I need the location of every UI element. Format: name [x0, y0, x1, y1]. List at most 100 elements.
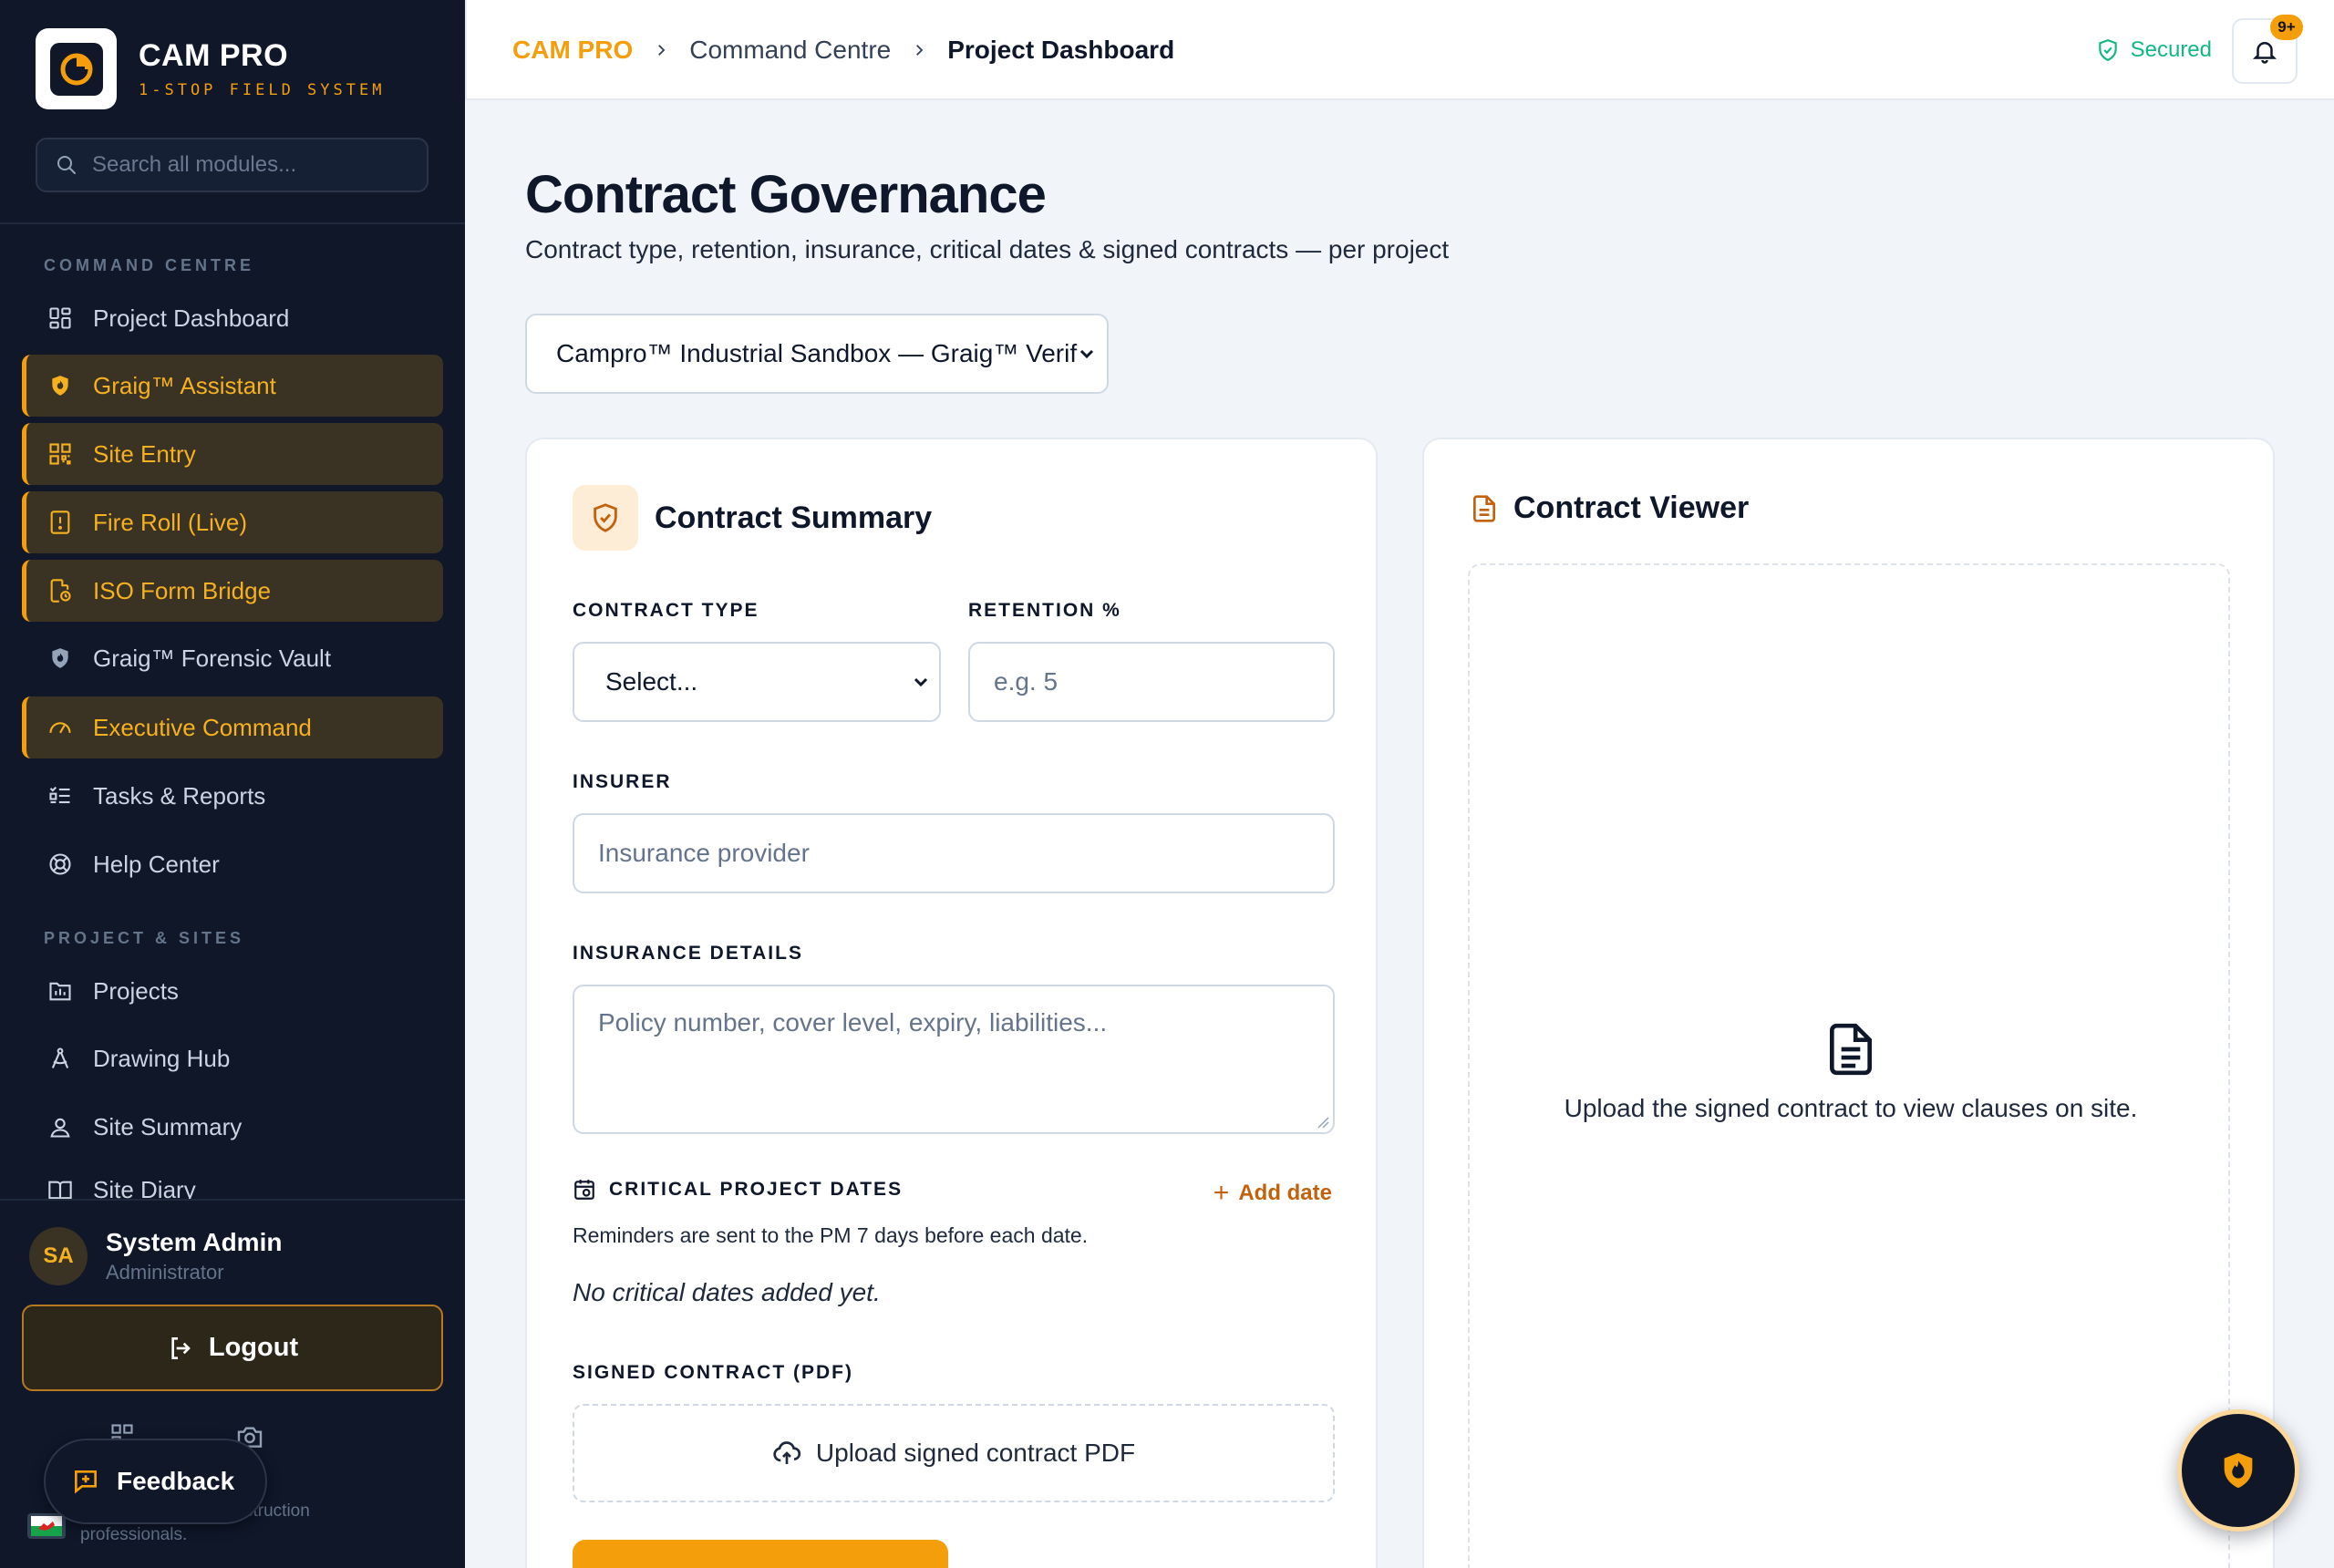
- contract-viewer-title: Contract Viewer: [1513, 490, 1750, 525]
- alert-file-icon: [46, 508, 75, 537]
- insurer-placeholder: Insurance provider: [598, 839, 810, 867]
- compass-drawing-icon: [46, 1044, 75, 1073]
- module-search[interactable]: [36, 138, 429, 192]
- list-check-icon: [46, 781, 75, 810]
- insurance-details-label: INSURANCE DETAILS: [573, 943, 803, 964]
- shield-flame-icon: [46, 644, 75, 673]
- qr-code-icon: [46, 439, 75, 469]
- sidebar-item-site-diary[interactable]: Site Diary: [22, 1163, 443, 1200]
- sidebar-item-label: Site Entry: [93, 439, 196, 468]
- reminder-text: Reminders are sent to the PM 7 days befo…: [573, 1223, 1089, 1247]
- logout-label: Logout: [208, 1333, 299, 1362]
- sidebar-item-label: Graig™ Assistant: [93, 371, 276, 399]
- graig-assistant-fab[interactable]: [2177, 1409, 2299, 1532]
- user-profile[interactable]: SA System Admin Administrator: [29, 1227, 282, 1285]
- project-select[interactable]: Campro™ Industrial Sandbox — Graig™ Veri…: [525, 314, 1109, 394]
- sidebar-item-label: Site Diary: [93, 1176, 196, 1200]
- viewer-empty-text: Upload the signed contract to view claus…: [1564, 1094, 2138, 1122]
- sidebar-item-tasks-reports[interactable]: Tasks & Reports: [22, 765, 443, 827]
- upload-label: Upload signed contract PDF: [815, 1439, 1136, 1467]
- insurance-details-placeholder: Policy number, cover level, expiry, liab…: [598, 1008, 1108, 1037]
- section-label-project: PROJECT & SITES: [44, 929, 245, 947]
- calendar-clock-icon: [573, 1178, 596, 1202]
- sidebar-item-projects[interactable]: Projects: [22, 960, 443, 1022]
- sidebar-item-drawing-hub[interactable]: Drawing Hub: [22, 1027, 443, 1089]
- brand[interactable]: CAM PRO 1-STOP FIELD SYSTEM: [36, 28, 385, 109]
- topbar: CAM PRO Command Centre Project Dashboard…: [465, 0, 2334, 100]
- brand-tagline: 1-STOP FIELD SYSTEM: [139, 81, 386, 99]
- page-title: Contract Governance: [525, 165, 1047, 224]
- sidebar: CAM PRO 1-STOP FIELD SYSTEM COMMAND CENT…: [0, 0, 465, 1568]
- retention-input[interactable]: e.g. 5: [968, 642, 1335, 722]
- breadcrumb: CAM PRO Command Centre Project Dashboard: [512, 0, 1174, 100]
- user-name: System Admin: [106, 1228, 283, 1256]
- add-date-button[interactable]: + Add date: [1213, 1178, 1332, 1209]
- map-pin-user-icon: [46, 1112, 75, 1141]
- logout-icon: [167, 1334, 196, 1363]
- sidebar-item-label: ISO Form Bridge: [93, 576, 272, 604]
- shield-flame-icon: [46, 371, 75, 400]
- sidebar-item-forensic-vault[interactable]: Graig™ Forensic Vault: [22, 627, 443, 689]
- language-flag[interactable]: [27, 1513, 66, 1539]
- contract-viewer-area[interactable]: Upload the signed contract to view claus…: [1468, 563, 2230, 1568]
- breadcrumb-current: Project Dashboard: [947, 36, 1175, 64]
- file-sync-icon: [46, 576, 75, 605]
- contract-type-label: CONTRACT TYPE: [573, 600, 759, 621]
- add-date-label: Add date: [1238, 1181, 1332, 1205]
- sidebar-item-label: Help Center: [93, 850, 220, 878]
- save-button[interactable]: [573, 1540, 948, 1568]
- critical-dates-header: CRITICAL PROJECT DATES: [573, 1178, 903, 1202]
- contract-viewer-card: Contract Viewer Upload the signed contra…: [1422, 438, 2275, 1568]
- sidebar-item-iso-form-bridge[interactable]: ISO Form Bridge: [22, 560, 443, 622]
- feedback-button[interactable]: Feedback: [44, 1439, 268, 1524]
- chevron-down-icon: [1076, 343, 1098, 365]
- project-select-value: Campro™ Industrial Sandbox — Graig™ Veri…: [556, 339, 1078, 367]
- avatar: SA: [29, 1227, 88, 1285]
- contract-type-select[interactable]: Select...: [573, 642, 941, 722]
- upload-contract-button[interactable]: Upload signed contract PDF: [573, 1404, 1335, 1502]
- sidebar-item-label: Fire Roll (Live): [93, 508, 248, 536]
- sidebar-item-help-center[interactable]: Help Center: [22, 833, 443, 895]
- breadcrumb-root[interactable]: CAM PRO: [512, 36, 633, 65]
- notifications-button[interactable]: 9+: [2232, 15, 2303, 84]
- sidebar-item-fire-roll[interactable]: Fire Roll (Live): [22, 491, 443, 553]
- footer-line-2: professionals.: [80, 1525, 188, 1544]
- brand-name: CAM PRO: [139, 38, 289, 73]
- contract-type-value: Select...: [605, 667, 698, 696]
- message-plus-icon: [71, 1467, 100, 1496]
- chevron-down-icon: [910, 671, 932, 693]
- retention-placeholder: e.g. 5: [994, 667, 1059, 696]
- section-label-command: COMMAND CENTRE: [44, 256, 254, 274]
- sidebar-item-label: Executive Command: [93, 713, 312, 741]
- sidebar-item-graig-assistant[interactable]: Graig™ Assistant: [22, 355, 443, 417]
- shield-check-icon: [573, 485, 638, 551]
- document-icon: [1470, 1021, 2232, 1078]
- insurer-input[interactable]: Insurance provider: [573, 813, 1335, 893]
- shield-check-icon: [2096, 38, 2120, 62]
- resize-grip-icon[interactable]: [1315, 1114, 1329, 1129]
- sidebar-item-site-entry[interactable]: Site Entry: [22, 423, 443, 485]
- notification-badge: 9+: [2270, 15, 2303, 40]
- user-role: Administrator: [106, 1261, 224, 1284]
- breadcrumb-command-centre[interactable]: Command Centre: [689, 36, 891, 65]
- sidebar-item-site-summary[interactable]: Site Summary: [22, 1096, 443, 1158]
- critical-dates-label: CRITICAL PROJECT DATES: [609, 1179, 904, 1200]
- sidebar-item-executive-command[interactable]: Executive Command: [22, 696, 443, 758]
- logo-icon: [60, 53, 92, 85]
- module-search-input[interactable]: [92, 152, 402, 178]
- book-open-icon: [46, 1176, 75, 1200]
- sidebar-item-project-dashboard[interactable]: Project Dashboard: [22, 287, 443, 349]
- gauge-icon: [46, 713, 75, 742]
- secured-label: Secured: [2130, 37, 2212, 62]
- no-dates-text: No critical dates added yet.: [573, 1278, 881, 1306]
- sidebar-item-label: Tasks & Reports: [93, 781, 266, 810]
- insurance-details-textarea[interactable]: Policy number, cover level, expiry, liab…: [573, 985, 1335, 1134]
- lifebuoy-icon: [46, 850, 75, 879]
- retention-label: RETENTION %: [968, 600, 1121, 621]
- logout-button[interactable]: Logout: [22, 1305, 443, 1391]
- chart-folder-icon: [46, 976, 75, 1006]
- signed-contract-label: SIGNED CONTRACT (PDF): [573, 1362, 853, 1383]
- page-subtitle: Contract type, retention, insurance, cri…: [525, 235, 1450, 263]
- contract-summary-card: Contract Summary CONTRACT TYPE Select...…: [525, 438, 1378, 1568]
- sidebar-item-label: Project Dashboard: [93, 304, 290, 332]
